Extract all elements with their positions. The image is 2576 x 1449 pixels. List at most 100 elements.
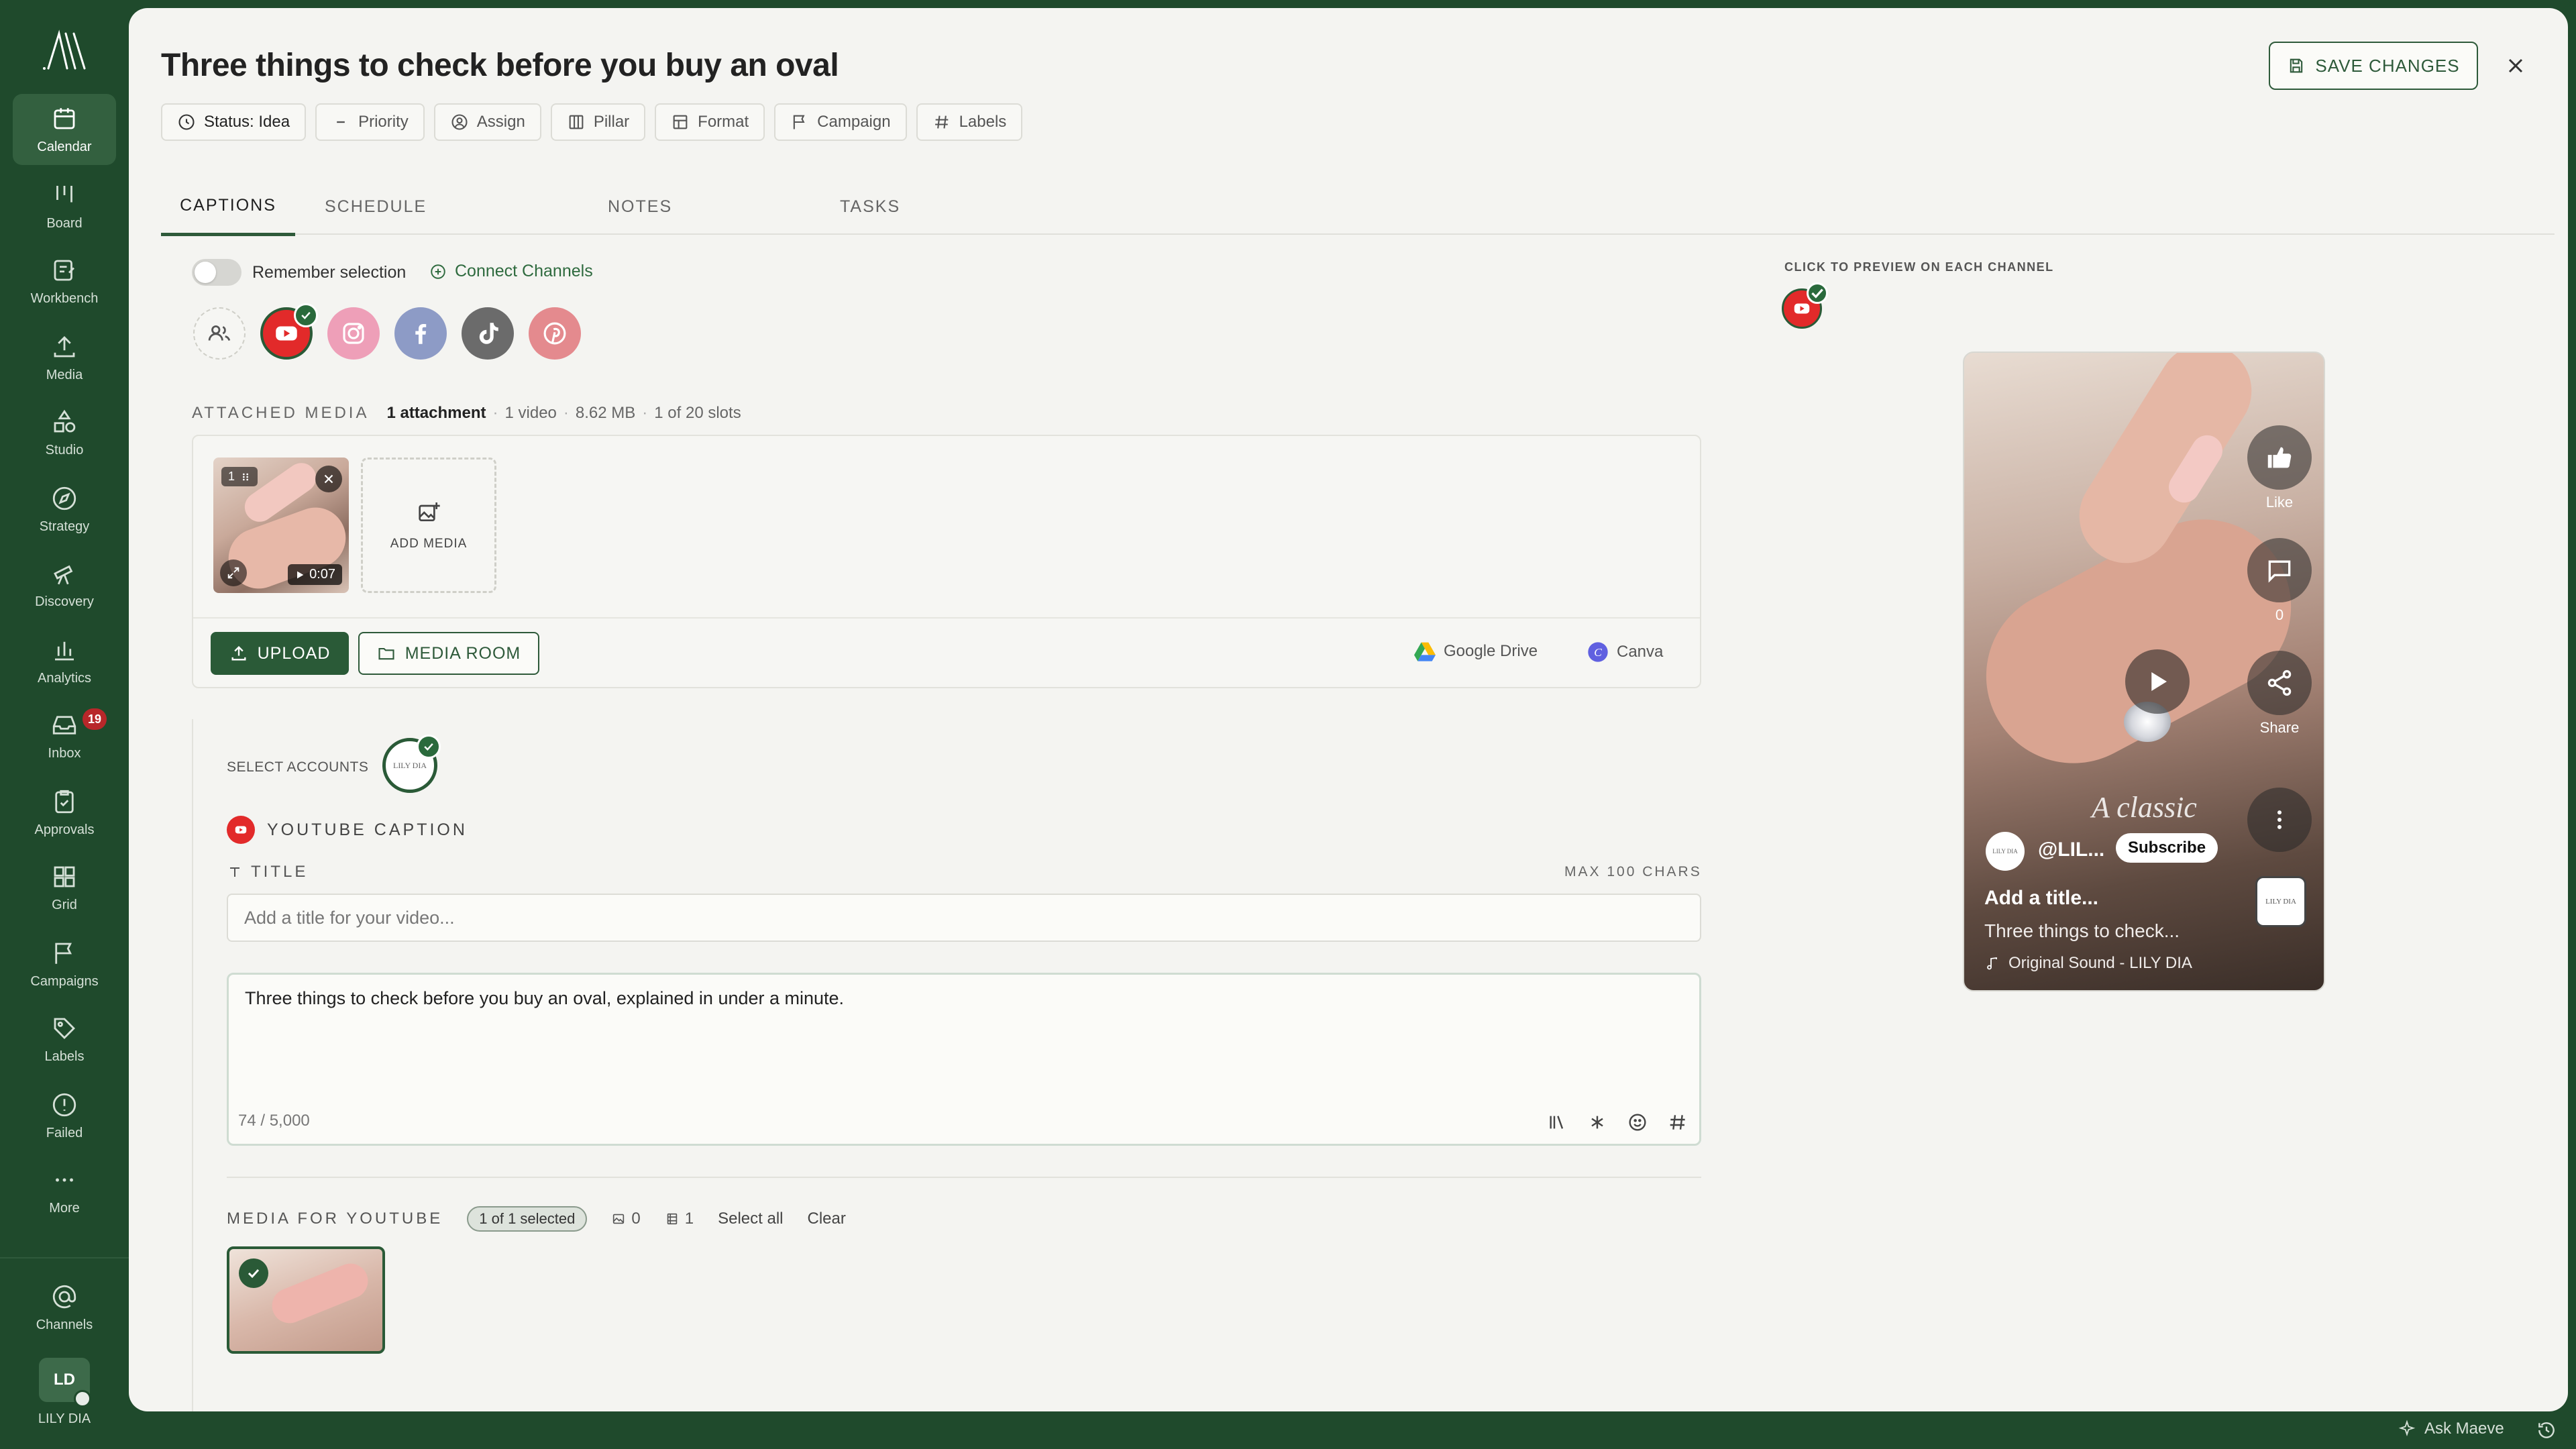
- sidebar-item-analytics[interactable]: Analytics: [13, 625, 116, 696]
- close-icon[interactable]: [2504, 54, 2528, 78]
- campaign-chip[interactable]: Campaign: [774, 103, 907, 141]
- sidebar-item-more[interactable]: More: [13, 1155, 116, 1226]
- media-room-button[interactable]: MEDIA ROOM: [358, 632, 539, 675]
- like-label: Like: [2265, 494, 2294, 511]
- pillar-chip[interactable]: Pillar: [550, 103, 646, 141]
- sidebar-divider: [0, 1257, 129, 1258]
- library-icon[interactable]: [1546, 1112, 1568, 1133]
- minus-icon: [337, 121, 345, 123]
- like-action[interactable]: Like: [2247, 425, 2312, 511]
- canva-button[interactable]: C Canva: [1587, 641, 1663, 663]
- add-image-icon: [419, 502, 440, 521]
- ask-maeve-button[interactable]: Ask Maeve: [2398, 1419, 2504, 1438]
- user-settings-dot[interactable]: [74, 1390, 91, 1407]
- channel-instagram-button[interactable]: [327, 307, 380, 360]
- upload-button[interactable]: UPLOAD: [211, 632, 349, 675]
- more-vertical-icon: [2277, 810, 2282, 829]
- labels-chip[interactable]: Labels: [916, 103, 1023, 141]
- ai-sparkle-icon[interactable]: [1587, 1112, 1608, 1133]
- expand-media-button[interactable]: [220, 559, 247, 586]
- sidebar-item-approvals[interactable]: Approvals: [13, 777, 116, 848]
- slot-usage: 1 of 20 slots: [654, 404, 741, 422]
- sidebar-item-label: Approvals: [34, 822, 95, 837]
- clipboard-check-icon: [55, 790, 74, 813]
- connect-channels-link[interactable]: Connect Channels: [429, 262, 593, 281]
- sidebar-item-calendar[interactable]: Calendar: [13, 94, 116, 165]
- sidebar-item-grid[interactable]: Grid: [13, 852, 116, 923]
- caption-text[interactable]: Three things to check before you buy an …: [245, 988, 844, 1009]
- save-changes-button[interactable]: SAVE CHANGES: [2269, 42, 2478, 90]
- tab-schedule[interactable]: SCHEDULE: [325, 178, 427, 235]
- sidebar-item-labels[interactable]: Labels: [13, 1004, 116, 1075]
- select-all-button[interactable]: Select all: [718, 1210, 783, 1228]
- sidebar-item-strategy[interactable]: Strategy: [13, 474, 116, 545]
- sidebar-item-studio[interactable]: Studio: [13, 397, 116, 468]
- title-label: TITLE: [227, 863, 308, 881]
- video-title-input[interactable]: [227, 894, 1701, 942]
- hashtag-icon[interactable]: [1667, 1112, 1688, 1133]
- app-logo[interactable]: [39, 28, 90, 72]
- comment-count: 0: [2275, 606, 2284, 623]
- caption-textarea[interactable]: Three things to check before you buy an …: [227, 973, 1701, 1146]
- tab-captions[interactable]: CAPTIONS: [161, 178, 295, 236]
- video-duration-badge: 0:07: [288, 564, 342, 585]
- close-icon: [324, 474, 333, 484]
- priority-chip[interactable]: Priority: [315, 103, 425, 141]
- play-button[interactable]: [2125, 649, 2190, 714]
- sidebar-item-discovery[interactable]: Discovery: [13, 549, 116, 620]
- clear-button[interactable]: Clear: [807, 1210, 845, 1228]
- post-meta-chips: Status: Idea Priority Assign Pillar Form…: [161, 103, 1023, 141]
- sidebar-item-inbox[interactable]: Inbox 19: [13, 700, 116, 771]
- chip-label: Campaign: [817, 113, 891, 131]
- channel-youtube-button[interactable]: [260, 303, 318, 360]
- sidebar-item-media[interactable]: Media: [13, 322, 116, 393]
- comment-action[interactable]: 0: [2247, 538, 2312, 624]
- remove-media-button[interactable]: [315, 466, 342, 492]
- instagram-icon: [343, 323, 364, 344]
- sidebar-item-label: Grid: [52, 897, 77, 912]
- subscribe-button[interactable]: Subscribe: [2116, 833, 2218, 863]
- youtube-media-thumbnail[interactable]: [227, 1246, 385, 1354]
- sidebar-item-board[interactable]: Board: [13, 170, 116, 241]
- more-action[interactable]: [2247, 788, 2312, 852]
- remember-selection-toggle[interactable]: [192, 259, 241, 286]
- tab-tasks[interactable]: TASKS: [840, 178, 900, 235]
- chip-label: Status: Idea: [204, 113, 290, 131]
- format-chip[interactable]: Format: [655, 103, 765, 141]
- sidebar-item-label: Calendar: [37, 139, 92, 154]
- folder-icon: [378, 647, 394, 660]
- caption-toolbar: [1546, 1112, 1688, 1133]
- preview-youtube-button[interactable]: [1782, 282, 1828, 329]
- channel-group-button[interactable]: [193, 307, 246, 360]
- pinterest-icon: [543, 322, 566, 345]
- history-icon[interactable]: [2536, 1419, 2557, 1441]
- users-icon: [208, 325, 231, 341]
- tab-notes[interactable]: NOTES: [608, 178, 672, 235]
- channel-facebook-button[interactable]: [394, 307, 447, 360]
- sidebar-item-campaigns[interactable]: Campaigns: [13, 928, 116, 1000]
- assign-chip[interactable]: Assign: [433, 103, 541, 141]
- sidebar-item-label: More: [49, 1200, 80, 1216]
- sound-name: Original Sound - LILY DIA: [2008, 954, 2192, 972]
- google-drive-button[interactable]: Google Drive: [1414, 641, 1538, 661]
- sidebar-item-channels[interactable]: Channels: [13, 1272, 116, 1343]
- emoji-icon[interactable]: [1627, 1112, 1648, 1133]
- drag-handle[interactable]: 1: [221, 467, 258, 486]
- status-chip[interactable]: Status: Idea: [161, 103, 307, 141]
- media-thumbnail[interactable]: 1 0:07: [213, 458, 349, 593]
- sidebar-item-label: Failed: [46, 1125, 83, 1140]
- selected-check-icon[interactable]: [239, 1258, 268, 1288]
- sidebar-item-failed[interactable]: Failed: [13, 1080, 116, 1151]
- telescope-icon: [54, 565, 73, 584]
- add-media-button[interactable]: ADD MEDIA: [361, 458, 496, 593]
- sidebar-item-workbench[interactable]: Workbench: [13, 246, 116, 317]
- channel-tiktok-button[interactable]: [462, 307, 514, 360]
- more-dots-icon: [56, 1178, 73, 1181]
- channel-pinterest-button[interactable]: [529, 307, 581, 360]
- share-action[interactable]: Share: [2247, 651, 2312, 737]
- upload-label: UPLOAD: [257, 643, 331, 663]
- video-duration: 0:07: [309, 567, 335, 582]
- layout-icon: [673, 115, 688, 129]
- calendar-icon: [54, 107, 75, 129]
- account-avatar[interactable]: LILY DIA: [382, 735, 441, 793]
